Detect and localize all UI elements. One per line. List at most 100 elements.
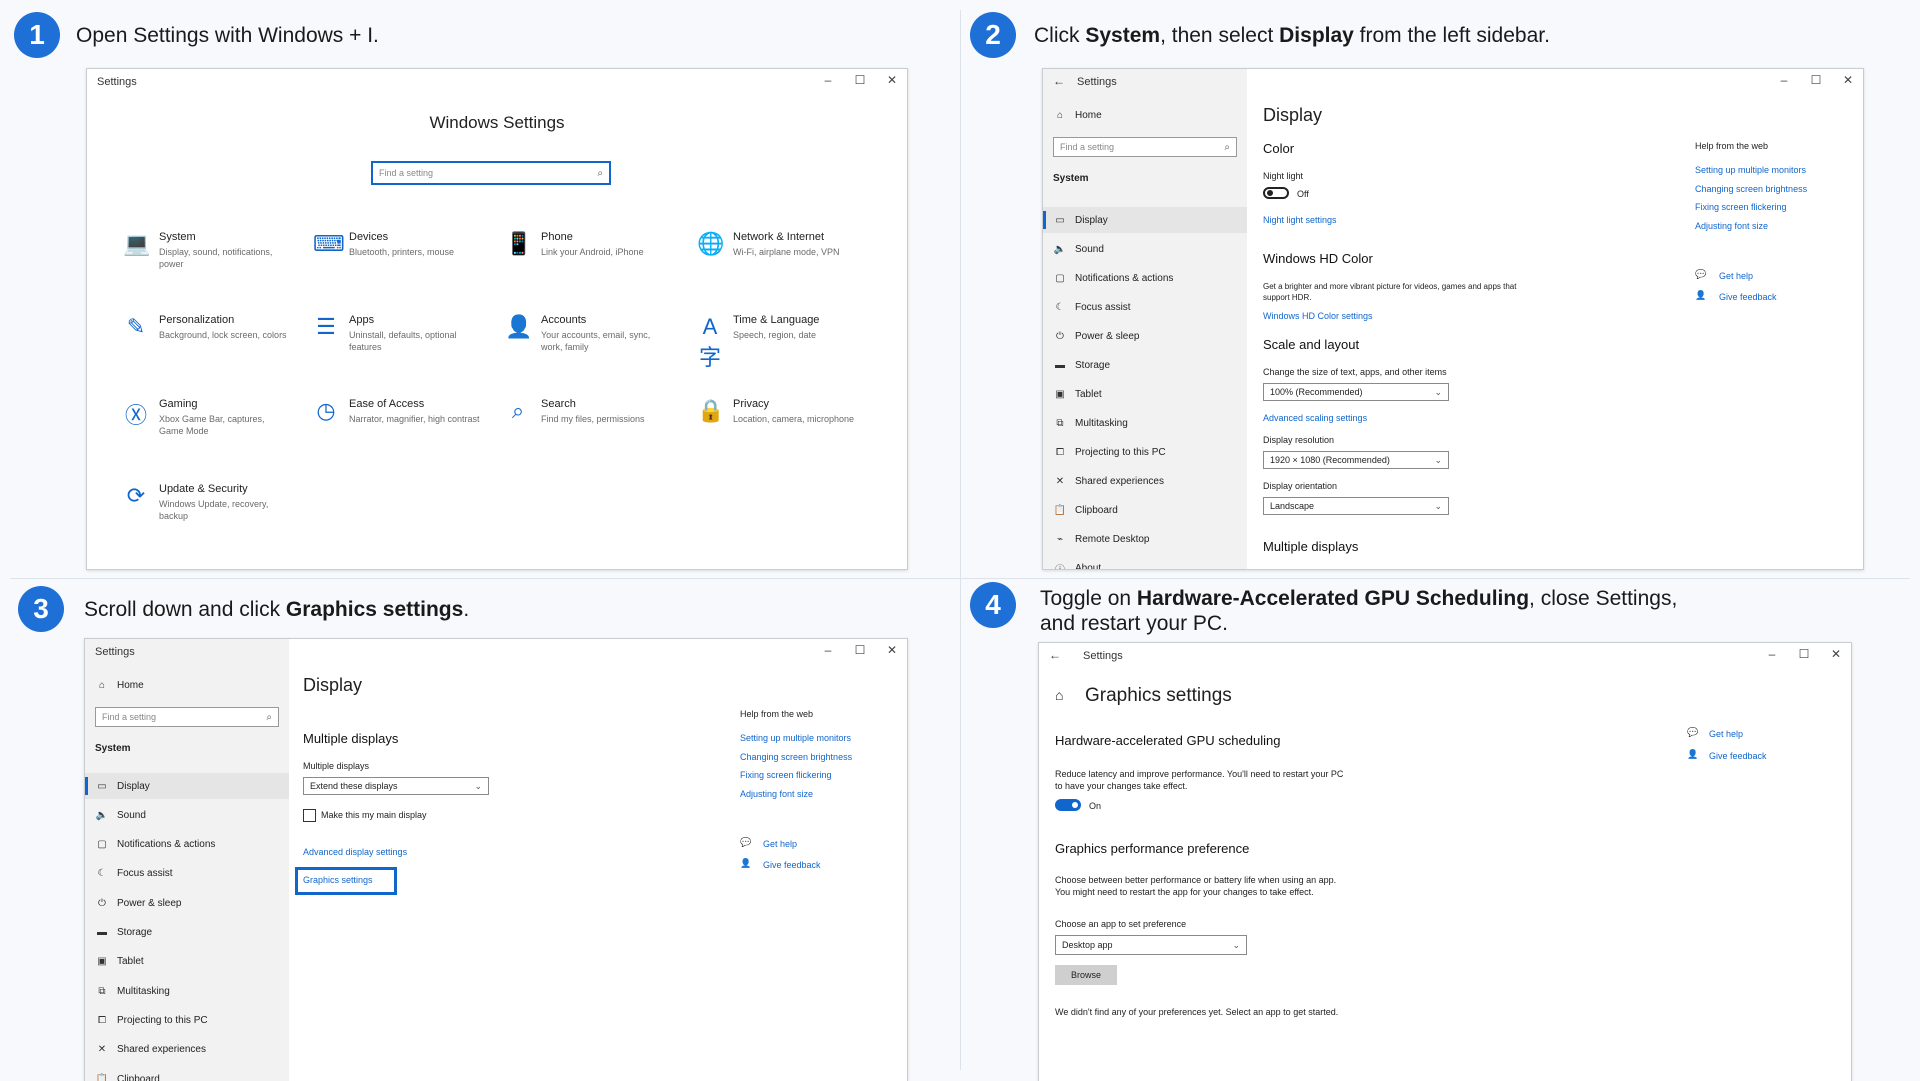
main-display-checkbox[interactable] [303, 809, 316, 822]
sidebar-item-focus-assist[interactable]: ☾Focus assist [1043, 294, 1247, 320]
tile-description: Display, sound, notifications, power [159, 246, 291, 270]
minimize-icon[interactable]: – [1775, 73, 1793, 87]
close-icon[interactable]: ✕ [1827, 647, 1845, 661]
help-link[interactable]: Changing screen brightness [740, 752, 852, 762]
get-help-link[interactable]: Get help [1709, 729, 1743, 739]
sidebar-item-notifications-actions[interactable]: ▢Notifications & actions [1043, 265, 1247, 291]
sidebar-item-label: Focus assist [117, 868, 173, 879]
sidebar-item-focus-assist[interactable]: ☾Focus assist [85, 861, 289, 887]
chevron-down-icon: ⌄ [1434, 501, 1442, 512]
night-light-toggle[interactable] [1263, 187, 1289, 199]
sidebar-item-storage[interactable]: ▬Storage [1043, 352, 1247, 378]
give-feedback-link[interactable]: Give feedback [1709, 751, 1767, 761]
sidebar-item-projecting-to-this-pc[interactable]: ⧠Projecting to this PC [85, 1007, 289, 1033]
maximize-icon[interactable]: ☐ [1807, 73, 1825, 87]
search-input[interactable]: Find a setting ⌕ [1053, 137, 1237, 157]
give-feedback-link[interactable]: Give feedback [763, 860, 821, 870]
titlebar: Settings – ☐ ✕ [87, 69, 907, 97]
sidebar-item-notifications-actions[interactable]: ▢Notifications & actions [85, 832, 289, 858]
sidebar-item-shared-experiences[interactable]: ✕Shared experiences [85, 1037, 289, 1063]
sidebar-item-display[interactable]: ▭Display [1043, 207, 1247, 233]
maximize-icon[interactable]: ☐ [851, 643, 869, 657]
settings-tile-phone[interactable]: 📱PhoneLink your Android, iPhone [505, 229, 675, 289]
tile-title: Time & Language [733, 314, 819, 326]
browse-button[interactable]: Browse [1055, 965, 1117, 985]
get-help-link[interactable]: Get help [763, 839, 797, 849]
settings-tile-accounts[interactable]: 👤AccountsYour accounts, email, sync, wor… [505, 312, 675, 372]
maximize-icon[interactable]: ☐ [1795, 647, 1813, 661]
app-type-dropdown[interactable]: Desktop app⌄ [1055, 935, 1247, 955]
sidebar-item-label: Tablet [1075, 389, 1102, 400]
window-title: Settings [97, 76, 137, 88]
night-light-settings-link[interactable]: Night light settings [1263, 215, 1337, 225]
back-arrow-icon[interactable]: ← [1053, 74, 1065, 88]
sidebar-item-storage[interactable]: ▬Storage [85, 920, 289, 946]
advanced-display-link[interactable]: Advanced display settings [303, 847, 407, 857]
page-title: Windows Settings [87, 113, 907, 133]
help-header: Help from the web [1695, 141, 1768, 151]
close-icon[interactable]: ✕ [883, 643, 901, 657]
sidebar-item-tablet[interactable]: ▣Tablet [85, 949, 289, 975]
help-link[interactable]: Setting up multiple monitors [1695, 165, 1806, 175]
help-link[interactable]: Adjusting font size [1695, 221, 1768, 231]
settings-tile-apps[interactable]: ☰AppsUninstall, defaults, optional featu… [313, 312, 483, 372]
help-link[interactable]: Changing screen brightness [1695, 184, 1807, 194]
sidebar-item-power-sleep[interactable]: ⏻Power & sleep [85, 890, 289, 916]
hd-color-settings-link[interactable]: Windows HD Color settings [1263, 311, 1373, 321]
sidebar-item-power-sleep[interactable]: ⏻Power & sleep [1043, 323, 1247, 349]
search-input[interactable]: Find a setting ⌕ [371, 161, 611, 185]
get-help-icon: 💬 [1687, 727, 1698, 738]
sidebar-item-tablet[interactable]: ▣Tablet [1043, 381, 1247, 407]
help-link[interactable]: Fixing screen flickering [740, 770, 832, 780]
minimize-icon[interactable]: – [1763, 647, 1781, 661]
sidebar-item-label: Shared experiences [117, 1044, 206, 1055]
sidebar-item-clipboard[interactable]: 📋Clipboard [85, 1066, 289, 1081]
settings-tile-ease-of-access[interactable]: ◷Ease of AccessNarrator, magnifier, high… [313, 396, 483, 456]
help-link[interactable]: Setting up multiple monitors [740, 733, 851, 743]
window-title: Settings [1083, 650, 1123, 662]
home-icon[interactable]: ⌂ [1055, 687, 1063, 703]
search-input[interactable]: Find a setting ⌕ [95, 707, 279, 727]
scale-dropdown[interactable]: 100% (Recommended)⌄ [1263, 383, 1449, 401]
settings-window-1: Settings – ☐ ✕ Windows Settings Find a s… [86, 68, 908, 570]
sidebar-item-sound[interactable]: 🔈Sound [1043, 236, 1247, 262]
settings-tile-update-security[interactable]: ⟳Update & SecurityWindows Update, recove… [123, 481, 293, 541]
advanced-scaling-link[interactable]: Advanced scaling settings [1263, 413, 1367, 423]
gpu-scheduling-toggle[interactable] [1055, 799, 1081, 811]
sidebar-item-multitasking[interactable]: ⧉Multitasking [1043, 410, 1247, 436]
give-feedback-link[interactable]: Give feedback [1719, 292, 1777, 302]
resolution-dropdown[interactable]: 1920 × 1080 (Recommended)⌄ [1263, 451, 1449, 469]
close-icon[interactable]: ✕ [883, 73, 901, 87]
multiple-displays-dropdown[interactable]: Extend these displays⌄ [303, 777, 489, 795]
maximize-icon[interactable]: ☐ [851, 73, 869, 87]
help-link[interactable]: Fixing screen flickering [1695, 202, 1787, 212]
get-help-link[interactable]: Get help [1719, 271, 1753, 281]
graphics-settings-link[interactable]: Graphics settings [303, 875, 373, 885]
sidebar-item-home[interactable]: ⌂Home [85, 672, 289, 698]
back-arrow-icon[interactable]: ← [1049, 648, 1061, 662]
sidebar-item-sound[interactable]: 🔈Sound [85, 802, 289, 828]
settings-tile-search[interactable]: ⌕SearchFind my files, permissions [505, 396, 675, 456]
sidebar-item-display[interactable]: ▭Display [85, 773, 289, 799]
sidebar-item-multitasking[interactable]: ⧉Multitasking [85, 978, 289, 1004]
settings-tile-personalization[interactable]: ✎PersonalizationBackground, lock screen,… [123, 312, 293, 372]
settings-tile-devices[interactable]: ⌨DevicesBluetooth, printers, mouse [313, 229, 483, 289]
sidebar-item-clipboard[interactable]: 📋Clipboard [1043, 497, 1247, 523]
performance-preference-header: Graphics performance preference [1055, 841, 1249, 856]
settings-tile-network-internet[interactable]: 🌐Network & InternetWi-Fi, airplane mode,… [697, 229, 867, 289]
help-link[interactable]: Adjusting font size [740, 789, 813, 799]
settings-tile-gaming[interactable]: ⓍGamingXbox Game Bar, captures, Game Mod… [123, 396, 293, 456]
close-icon[interactable]: ✕ [1839, 73, 1857, 87]
settings-tile-time-language[interactable]: A字Time & LanguageSpeech, region, date [697, 312, 867, 372]
minimize-icon[interactable]: – [819, 73, 837, 87]
settings-tile-privacy[interactable]: 🔒PrivacyLocation, camera, microphone [697, 396, 867, 456]
sidebar-item-projecting-to-this-pc[interactable]: ⧠Projecting to this PC [1043, 439, 1247, 465]
sidebar-item-shared-experiences[interactable]: ✕Shared experiences [1043, 468, 1247, 494]
settings-tile-system[interactable]: 💻SystemDisplay, sound, notifications, po… [123, 229, 293, 289]
sidebar-item-home[interactable]: ⌂Home [1043, 102, 1247, 128]
sidebar-item-remote-desktop[interactable]: ⌁Remote Desktop [1043, 526, 1247, 552]
sidebar-item-about[interactable]: ⓘAbout [1043, 555, 1247, 570]
tile-title: Apps [349, 314, 374, 326]
minimize-icon[interactable]: – [819, 643, 837, 657]
orientation-dropdown[interactable]: Landscape⌄ [1263, 497, 1449, 515]
